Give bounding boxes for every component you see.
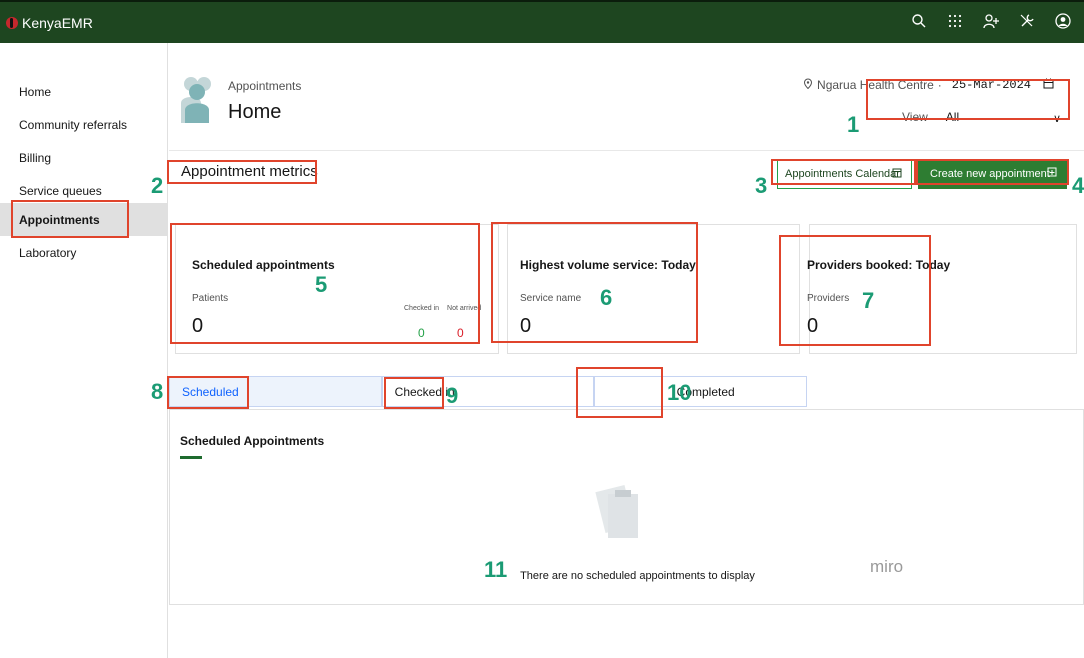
create-button-label: Create new appointment [930,168,1050,180]
app-brand[interactable]: KenyaEMR [6,15,93,31]
card-label: Service name [520,293,582,304]
annotation-number-11: 11 [484,557,508,582]
view-filter-dropdown[interactable]: View All ∨ [885,110,1071,125]
empty-clipboard-icon [595,484,638,538]
title-underline [180,456,202,459]
not-arrived-value: 0 [457,326,464,340]
page-subtitle: Appointments [228,79,302,93]
user-avatar-icon[interactable] [1052,10,1074,32]
annotation-number-4: 4 [1072,173,1084,198]
appointment-tabs: Scheduled Checked in Completed [169,376,808,407]
appointments-pictogram-icon [181,77,211,123]
calendar-add-icon [1047,166,1057,180]
card-title: Scheduled appointments [192,258,335,272]
view-filter-label: View [902,110,928,124]
calendar-icon [892,167,902,181]
chevron-down-icon: ∨ [1052,113,1061,125]
card-value: 0 [807,315,819,337]
sidebar-item-appointments[interactable]: Appointments [0,203,168,236]
kenyaemr-logo-icon [6,16,18,29]
sidebar-item-laboratory[interactable]: Laboratory [0,236,168,269]
annotation-number-8: 8 [151,379,164,404]
card-label: Providers [807,293,850,304]
annotation-number-10: 10 [667,380,692,405]
empty-state-message: There are no scheduled appointments to d… [520,570,755,582]
card-value: 0 [192,315,204,337]
view-filter-value: All [945,110,960,124]
page-header: Appointments Home Ngarua Health Centre ·… [169,43,1084,151]
not-arrived-label: Not arrived [447,305,482,312]
card-label: Patients [192,293,229,304]
annotation-number-1: 1 [847,112,860,137]
create-new-appointment-button[interactable]: Create new appointment [918,159,1067,189]
app-name: KenyaEMR [22,14,93,31]
sidebar-item-home[interactable]: Home [0,75,168,108]
annotation-number-6: 6 [600,285,613,310]
annotation-number-9: 9 [446,383,459,408]
location-date-info: Ngarua Health Centre · 25-Mar-2024 [803,78,1054,92]
calendar-button-label: Appointments Calendar [785,168,900,180]
tab-completed[interactable]: Completed [594,376,808,407]
sidebar-item-billing[interactable]: Billing [0,141,168,174]
search-icon[interactable] [908,10,930,32]
page-title: Home [228,101,282,123]
miro-watermark: miro [870,557,904,576]
scheduled-appointments-panel: Scheduled Appointments There are no sche… [169,409,1084,605]
annotation-number-2: 2 [151,173,164,198]
annotation-number-3: 3 [755,173,768,198]
main-content: Appointments Home Ngarua Health Centre ·… [169,43,1084,658]
checked-in-value: 0 [418,326,425,340]
checked-in-label: Checked in [404,305,440,312]
scheduled-appointments-card: Scheduled appointments Patients 0 Checke… [175,224,499,354]
top-navigation-bar: KenyaEMR [0,0,1084,43]
providers-booked-card: Providers booked: Today Providers 0 [807,224,1077,354]
card-sub-labels: Checked in Not arrived [404,305,481,312]
annotation-number-5: 5 [315,272,328,297]
add-patient-icon[interactable] [980,10,1002,32]
tab-scheduled[interactable]: Scheduled [169,376,382,407]
app-switcher-icon[interactable] [944,10,966,32]
card-title: Highest volume service: Today [520,258,696,272]
card-value: 0 [520,315,532,337]
card-title: Providers booked: Today [807,258,951,272]
panel-title: Scheduled Appointments [180,434,325,448]
tab-checked-in[interactable]: Checked in [381,376,595,407]
metrics-section-title: Appointment metrics [181,163,318,180]
calendar-icon[interactable] [1043,78,1054,92]
current-date: 25-Mar-2024 [951,78,1031,92]
left-navigation: Home Community referrals Billing Service… [0,43,168,658]
appointments-calendar-button[interactable]: Appointments Calendar [777,159,912,189]
sidebar-item-community-referrals[interactable]: Community referrals [0,108,168,141]
tools-icon[interactable] [1016,10,1038,32]
highest-volume-service-card: Highest volume service: Today Service na… [507,224,800,354]
location-icon [803,78,813,92]
location-separator: · [937,78,942,92]
annotation-number-7: 7 [862,288,875,313]
location-name: Ngarua Health Centre [817,78,934,92]
